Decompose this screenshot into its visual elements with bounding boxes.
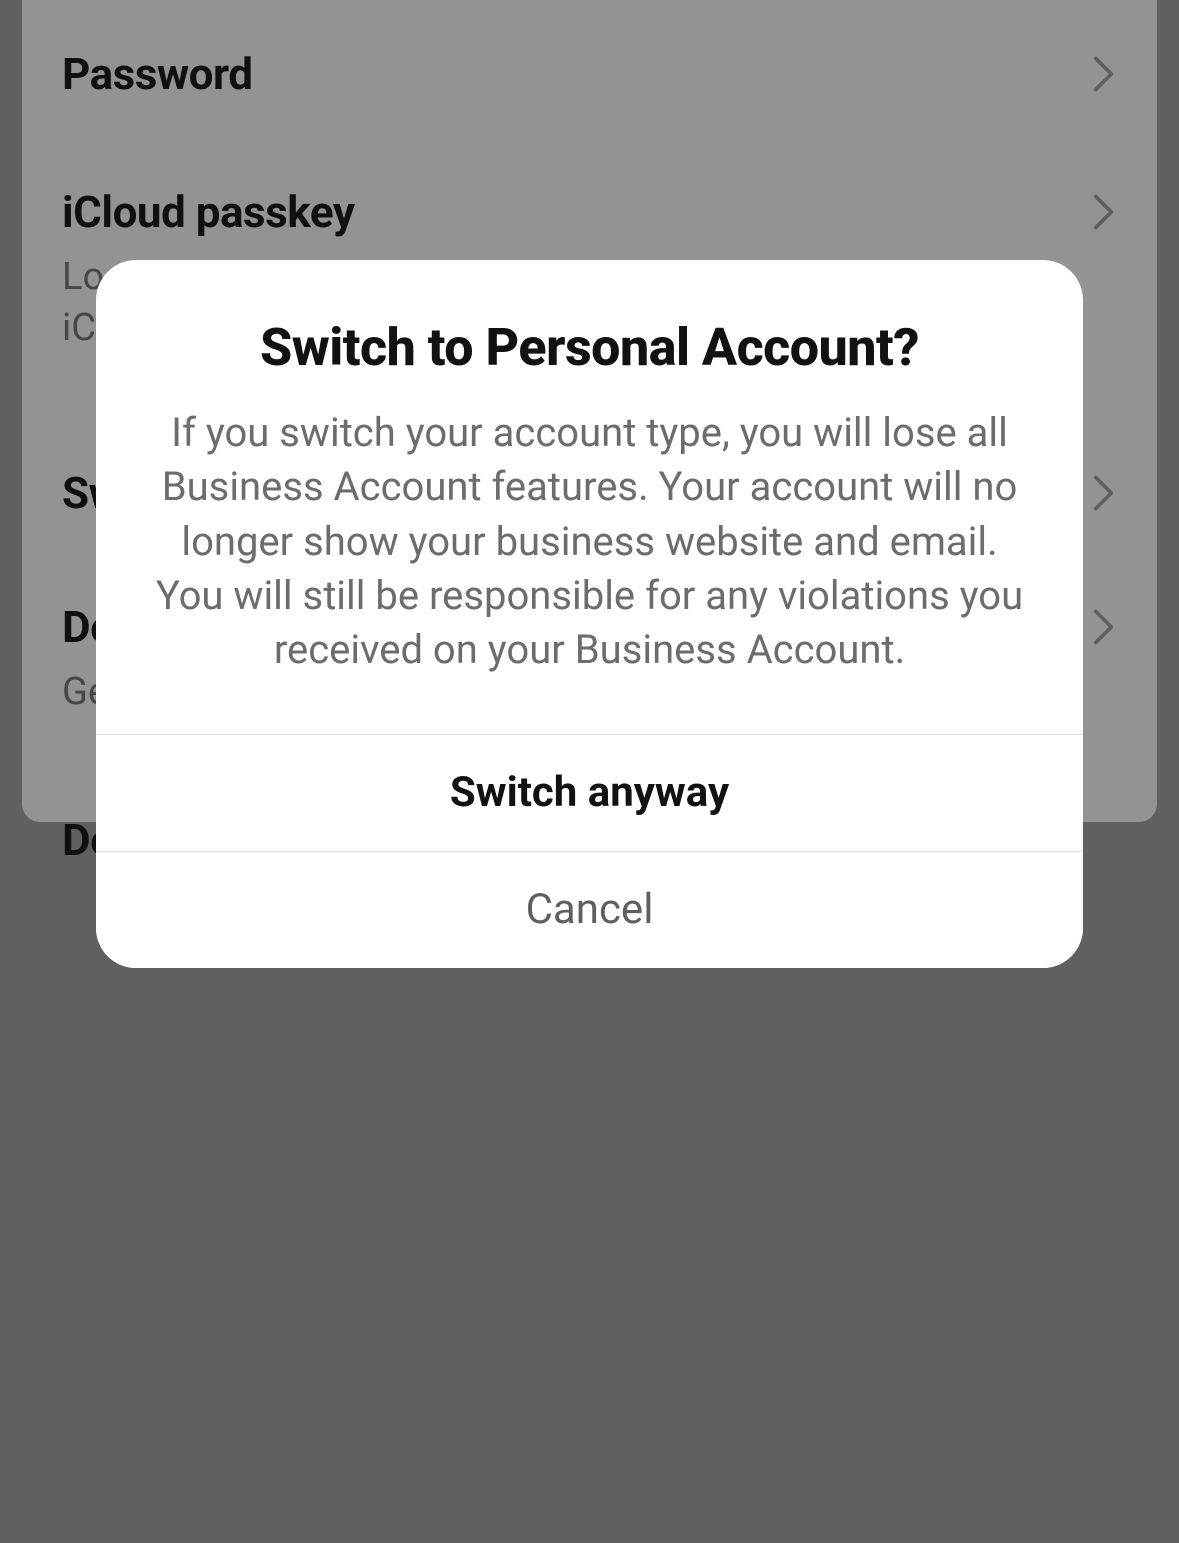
dialog-title: Switch to Personal Account? bbox=[154, 318, 1025, 378]
dialog-message: If you switch your account type, you wil… bbox=[154, 406, 1025, 678]
dialog-actions: Switch anyway Cancel bbox=[96, 734, 1083, 968]
dialog-header: Switch to Personal Account? bbox=[96, 260, 1083, 378]
button-label: Switch anyway bbox=[450, 768, 729, 817]
cancel-button[interactable]: Cancel bbox=[96, 851, 1083, 968]
settings-screen: Password iCloud passkey Log in to TikTok… bbox=[0, 0, 1179, 1543]
switch-account-dialog: Switch to Personal Account? If you switc… bbox=[96, 260, 1083, 968]
button-label: Cancel bbox=[526, 885, 654, 934]
switch-anyway-button[interactable]: Switch anyway bbox=[96, 734, 1083, 851]
dialog-body: If you switch your account type, you wil… bbox=[96, 378, 1083, 734]
